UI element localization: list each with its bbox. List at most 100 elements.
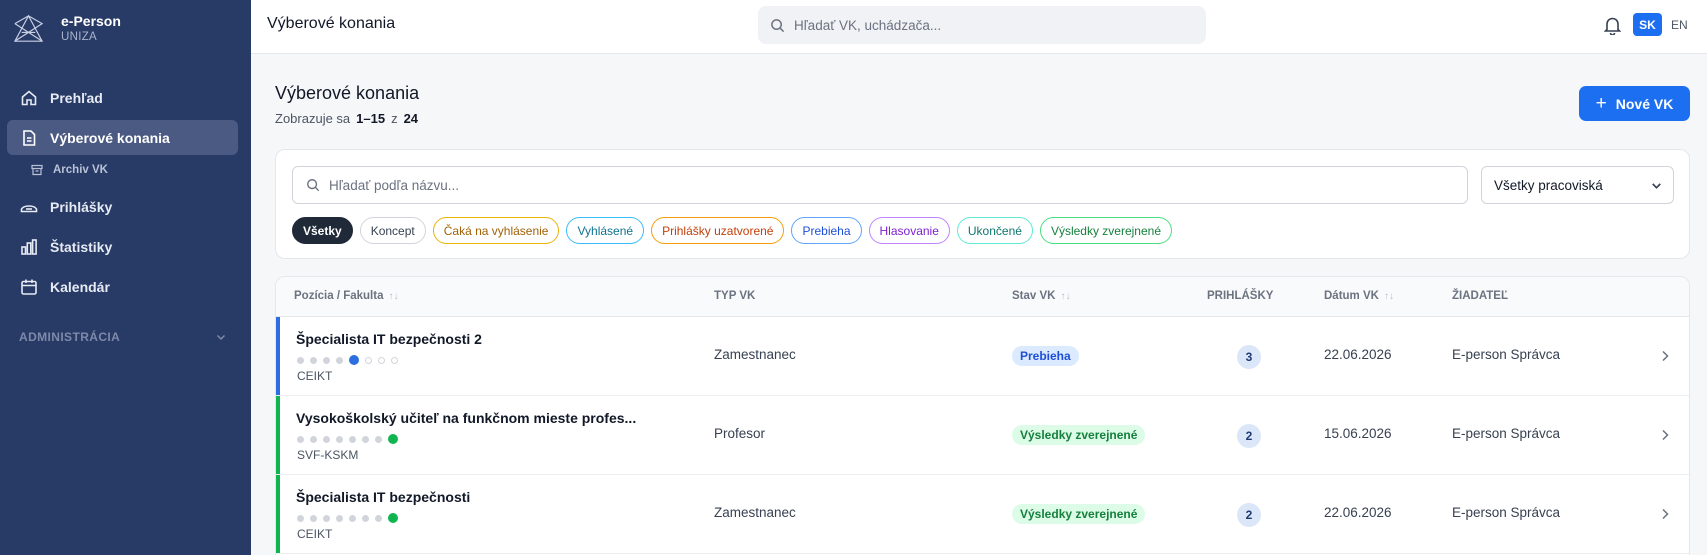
row-accent	[276, 396, 280, 474]
chevron-right-icon[interactable]	[1659, 507, 1671, 521]
bell-icon[interactable]	[1604, 16, 1621, 35]
position-title: Špecialista IT bezpečnosti 2	[296, 331, 482, 347]
column-label: Pozícia / Fakulta	[294, 290, 384, 302]
column-position[interactable]: Pozícia / Fakulta ↑↓	[294, 290, 398, 302]
filter-chip[interactable]: Hlasovanie	[868, 217, 950, 244]
search-icon	[771, 18, 785, 32]
filter-chip[interactable]: Prihlášky uzatvorené	[651, 217, 785, 244]
progress-step	[391, 356, 398, 364]
topbar: Výberové konania Hľadať VK, uchádzača...…	[251, 0, 1707, 54]
count-prefix: Zobrazuje sa	[275, 111, 351, 126]
plus-icon: +	[1595, 93, 1607, 114]
position-title: Vysokoškolský učiteľ na funkčnom mieste …	[296, 410, 637, 426]
section-label: ADMINISTRÁCIA	[19, 330, 121, 344]
sidebar-item-kalendar[interactable]: Kalendár	[7, 269, 238, 304]
chevron-right-icon[interactable]	[1659, 428, 1671, 442]
count-total: 24	[403, 111, 419, 126]
sidebar-item-vyberove-konania[interactable]: Výberové konania	[7, 120, 238, 155]
applications-count: 2	[1237, 503, 1261, 527]
language-sk-button[interactable]: SK	[1633, 13, 1662, 36]
sidebar-item-label: Štatistiky	[50, 238, 113, 255]
brand-name: e-Person	[61, 13, 121, 29]
column-date[interactable]: Dátum VK ↑↓	[1324, 290, 1394, 302]
topbar-title: Výberové konania	[267, 15, 396, 32]
status-badge: Prebieha	[1012, 346, 1079, 366]
progress-step	[323, 514, 330, 522]
filter-chip[interactable]: Prebieha	[791, 217, 862, 244]
progress-step	[310, 435, 317, 443]
applications-count: 3	[1237, 345, 1261, 369]
chevron-right-icon[interactable]	[1659, 349, 1671, 363]
table-row[interactable]: Špecialista IT bezpečnosti 2 CEIKT Zamestn…	[276, 317, 1689, 396]
row-accent	[276, 475, 280, 553]
progress-step	[362, 435, 369, 443]
progress-step	[349, 514, 356, 522]
column-requester: ŽIADATEĽ	[1452, 290, 1508, 302]
progress-step	[375, 435, 382, 443]
filter-chip[interactable]: Výsledky zverejnené	[1039, 217, 1172, 244]
column-label: Stav VK	[1012, 290, 1056, 302]
faculty-code: SVF-KSKM	[297, 448, 359, 462]
sidebar-item-statistiky[interactable]: Štatistiky	[7, 229, 238, 264]
sidebar-item-prehlad[interactable]: Prehľad	[7, 80, 238, 115]
vk-type: Profesor	[714, 426, 766, 441]
filter-chip[interactable]: Všetky	[292, 217, 353, 244]
vk-date: 15.06.2026	[1324, 426, 1392, 441]
filter-chip[interactable]: Koncept	[359, 217, 426, 244]
vk-date: 22.06.2026	[1324, 347, 1392, 362]
progress-step	[336, 356, 343, 364]
calendar-icon	[20, 278, 38, 296]
language-en-button[interactable]: EN	[1671, 18, 1688, 32]
table-row[interactable]: Vysokoškolský učiteľ na funkčnom mieste …	[276, 396, 1689, 475]
workplace-select-value: Všetky pracoviská	[1494, 177, 1603, 193]
search-placeholder: Hľadať podľa názvu...	[329, 177, 460, 193]
status-filter-chips: Všetky Koncept Čaká na vyhlásenie Vyhlásené…	[292, 217, 1179, 244]
home-icon	[20, 89, 38, 107]
progress-step	[297, 356, 304, 364]
column-applications: PRIHLÁŠKY	[1207, 290, 1273, 302]
chevron-down-icon	[216, 334, 226, 341]
column-label: ŽIADATEĽ	[1452, 290, 1509, 302]
filter-chip[interactable]: Ukončené	[956, 217, 1033, 244]
filter-panel: Hľadať podľa názvu... Všetky pracoviská …	[275, 149, 1690, 259]
progress-step	[297, 514, 304, 522]
row-accent	[276, 317, 280, 395]
sidebar: e-Person UNIZA Prehľad Výberové konania …	[0, 0, 251, 555]
sidebar-item-label: Kalendár	[50, 278, 110, 295]
progress-stepper	[297, 513, 404, 523]
table-row[interactable]: Špecialista IT bezpečnosti CEIKT Zamestnan…	[276, 475, 1689, 554]
progress-step	[362, 514, 369, 522]
sidebar-item-label: Prihlášky	[50, 198, 113, 215]
table-header: Pozícia / Fakulta ↑↓ TYP VK Stav VK ↑↓ PRI…	[276, 277, 1689, 317]
requester: E-person Správca	[1452, 426, 1561, 441]
vk-table: Pozícia / Fakulta ↑↓ TYP VK Stav VK ↑↓ PRI…	[275, 276, 1690, 555]
sidebar-nav: Prehľad Výberové konania Archiv VK Prihl…	[7, 80, 238, 309]
global-search-input[interactable]: Hľadať VK, uchádzača...	[758, 6, 1206, 44]
result-count: Zobrazuje sa 1–15 z 24	[275, 111, 424, 126]
count-range: 1–15	[356, 111, 386, 126]
sidebar-item-archiv[interactable]: Archiv VK	[7, 157, 238, 183]
sidebar-item-label: Výberové konania	[50, 129, 170, 146]
workplace-select[interactable]: Všetky pracoviská	[1481, 166, 1674, 204]
sidebar-item-prihlasky[interactable]: Prihlášky	[7, 189, 238, 224]
column-label: Dátum VK	[1324, 290, 1379, 302]
column-status[interactable]: Stav VK ↑↓	[1012, 290, 1070, 302]
progress-step	[365, 356, 372, 364]
progress-step	[297, 435, 304, 443]
count-separator: z	[391, 111, 398, 126]
faculty-code: CEIKT	[297, 527, 333, 541]
search-icon	[307, 179, 320, 192]
sidebar-section-administracia[interactable]: ADMINISTRÁCIA	[19, 330, 227, 344]
new-vk-button[interactable]: + Nové VK	[1579, 86, 1690, 121]
filter-chip[interactable]: Vyhlásené	[566, 217, 645, 244]
brand[interactable]: e-Person UNIZA	[0, 0, 251, 58]
filter-chip[interactable]: Čaká na vyhlásenie	[432, 217, 560, 244]
name-search-input[interactable]: Hľadať podľa názvu...	[292, 166, 1468, 204]
progress-step	[388, 513, 398, 523]
sort-icon: ↑↓	[1383, 291, 1394, 302]
logo-icon	[13, 14, 44, 42]
requester: E-person Správca	[1452, 505, 1561, 520]
progress-step	[310, 514, 317, 522]
vk-date: 22.06.2026	[1324, 505, 1392, 520]
archive-icon	[31, 164, 43, 176]
